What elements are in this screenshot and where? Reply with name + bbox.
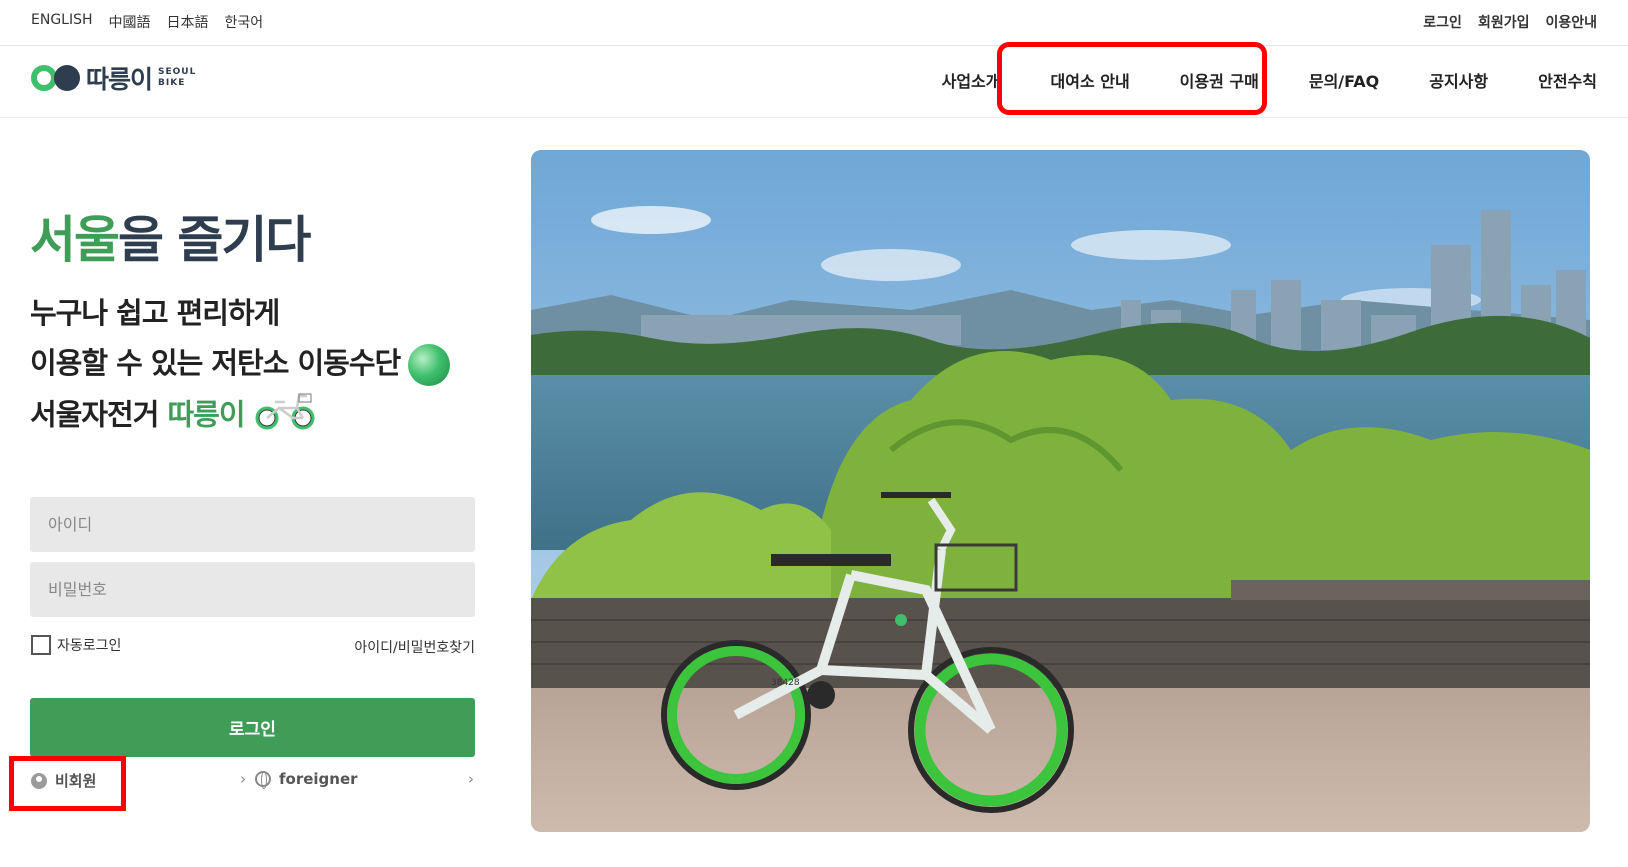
foreigner-link[interactable]: foreigner [255,770,358,789]
logo-english-line2: BIKE [158,78,186,88]
language-selector: ENGLISH 中國語 日本語 한국어 [31,12,263,32]
top-utility-bar: ENGLISH 中國語 日本語 한국어 로그인 회원가입 이용안내 [0,0,1628,46]
lang-japanese[interactable]: 日本語 [167,12,209,32]
nav-notice[interactable]: 공지사항 [1429,68,1488,92]
hero-title-highlight: 서울 [30,211,120,269]
user-icon [31,772,47,789]
lang-korean[interactable]: 한국어 [225,12,264,32]
logo[interactable]: 따릉이 SEOUL BIKE [31,60,196,96]
lang-chinese[interactable]: 中國語 [109,12,151,32]
chevron-right-icon: › [468,770,474,788]
nonmember-label: 비회원 [55,772,97,790]
utility-links: 로그인 회원가입 이용안내 [1423,12,1597,32]
login-button[interactable]: 로그인 [30,698,475,757]
hero-line-3-brand: 따릉이 [167,397,246,432]
login-link[interactable]: 로그인 [1423,12,1462,32]
hero-title-rest: 을 즐기다 [118,211,311,269]
hero-line-1: 누구나 쉽고 편리하게 [30,296,280,330]
password-input[interactable] [30,562,475,617]
earth-icon [408,344,451,386]
main-header: 따릉이 SEOUL BIKE 사업소개 대여소 안내 이용권 구매 문의/FAQ… [0,46,1628,118]
logo-english: SEOUL BIKE [158,67,196,89]
auto-login[interactable]: 자동로그인 [31,635,121,655]
logo-mark [31,65,80,91]
chevron-right-icon: › [240,770,246,788]
hero-line-2: 이용할 수 있는 저탄소 이동수단 [30,346,401,380]
foreigner-label: foreigner [279,770,358,788]
hero-title: 서울을 즐기다 [30,200,311,272]
nav-buy-pass[interactable]: 이용권 구매 [1180,68,1259,92]
nav-stations[interactable]: 대여소 안내 [1051,68,1130,92]
hero-line-3-prefix: 서울자전거 [30,397,168,432]
signup-link[interactable]: 회원가입 [1478,12,1530,32]
find-id-password-link[interactable]: 아이디/비밀번호찾기 [354,637,475,657]
logo-english-line1: SEOUL [158,67,197,77]
bicycle-icon [255,388,317,445]
bike-number: 38428 [771,678,800,688]
nonmember-link[interactable]: 비회원 [31,770,96,791]
main-nav: 사업소개 대여소 안내 이용권 구매 문의/FAQ 공지사항 안전수칙 [942,68,1597,92]
hero-line-2-wrap: 이용할 수 있는 저탄소 이동수단 [30,338,451,388]
hero-line-3-wrap: 서울자전거 따릉이 [30,388,450,445]
hero-photo: 38428 [531,150,1590,832]
logo-wordmark: 따릉이 [86,65,153,94]
globe-icon [255,771,271,789]
hero-subtitle: 누구나 쉽고 편리하게 이용할 수 있는 저탄소 이동수단 서울자전거 따릉이 [30,288,451,445]
id-input[interactable] [30,497,475,552]
nav-faq[interactable]: 문의/FAQ [1309,68,1379,92]
lang-english[interactable]: ENGLISH [31,12,93,32]
logo-dot-icon [54,65,80,91]
guide-link[interactable]: 이용안내 [1545,12,1597,32]
auto-login-label: 자동로그인 [57,638,122,654]
nav-safety[interactable]: 안전수칙 [1538,68,1597,92]
nav-about[interactable]: 사업소개 [942,68,1001,92]
auto-login-checkbox[interactable] [31,635,51,655]
